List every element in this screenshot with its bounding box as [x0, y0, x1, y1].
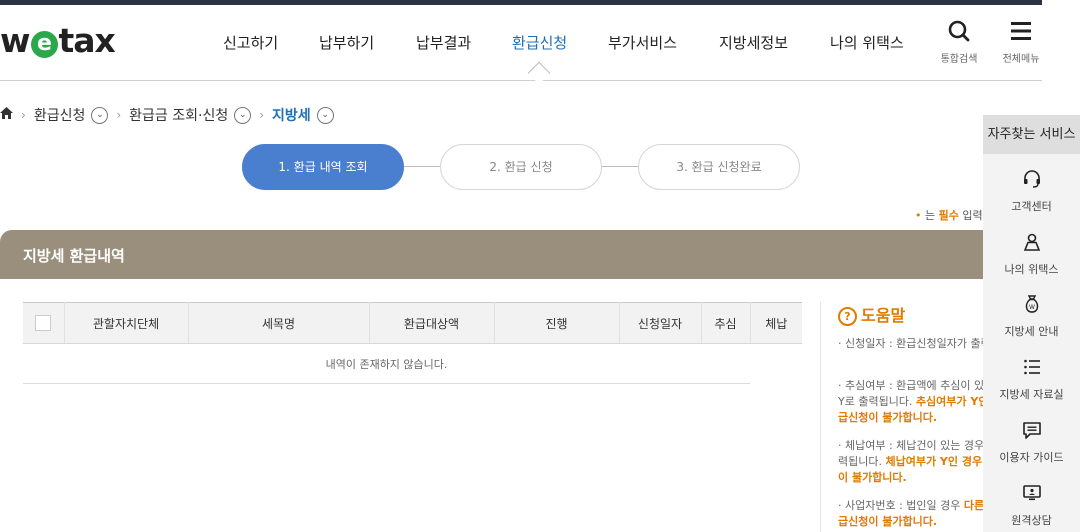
- nav-local-tax-info[interactable]: 지방세정보: [719, 32, 788, 53]
- chevron-right-icon: ›: [21, 108, 26, 122]
- help-item: · 체납여부 : 체납건이 있는 경우 Y로 출력됩니다. 체납여부가 Y인 경…: [838, 438, 985, 486]
- select-all-checkbox[interactable]: [35, 315, 52, 331]
- breadcrumb-refund[interactable]: 환급신청: [34, 105, 86, 125]
- help-item: · 추심여부 : 환급액에 추심이 있는 경우 Y로 출력됩니다. 추심여부가 …: [838, 378, 985, 426]
- step-2-refund-apply: 2. 환급 신청: [440, 144, 602, 190]
- column-header: 신청일자: [619, 302, 702, 344]
- table-header-row: 관할자치단체 세목명 환급대상액 진행 신청일자 추심 체납: [23, 302, 802, 344]
- person-icon: [983, 232, 1080, 257]
- search-icon: [938, 19, 980, 48]
- home-icon[interactable]: [0, 107, 13, 123]
- quick-remote-consult[interactable]: 원격상담: [983, 483, 1080, 528]
- column-header: 환급대상액: [369, 302, 495, 344]
- help-panel: ?도움말 · 신청일자 : 환급신청일자가 출력됩니다. · 추심여부 : 환급…: [820, 302, 985, 532]
- quick-item-label: 고객센터: [1011, 200, 1052, 213]
- column-header: 세목명: [188, 302, 370, 344]
- table-row: 내역이 존재하지 않습니다.: [23, 343, 802, 384]
- quick-services-sidebar: 자주찾는 서비스 고객센터 나의 위택스 W 지방세 안내 지방세 자료실 이용…: [983, 115, 1080, 532]
- required-field-note: • 는 필수 입력항: [915, 207, 993, 223]
- empty-cell: [750, 344, 802, 384]
- required-note-prefix: 는: [925, 209, 939, 222]
- quick-item-label: 지방세 자료실: [999, 388, 1064, 401]
- column-header: 진행: [494, 302, 620, 344]
- refund-history-table: 관할자치단체 세목명 환급대상액 진행 신청일자 추심 체납 내역이 존재하지 …: [23, 302, 802, 384]
- quick-local-tax-library[interactable]: 지방세 자료실: [983, 357, 1080, 402]
- step-1-refund-inquiry: 1. 환급 내역 조회: [242, 144, 404, 190]
- logo-e-badge: e: [30, 31, 58, 58]
- chat-bubble-icon: [983, 420, 1080, 445]
- hamburger-menu-icon: [1000, 19, 1042, 48]
- breadcrumb-local-tax[interactable]: 지방세: [272, 105, 311, 125]
- help-item-text: 신청일자 : 환급신청일자가 출력됩니다.: [845, 337, 985, 350]
- panel-title: 지방세 환급내역: [23, 247, 125, 265]
- empty-message: 내역이 존재하지 않습니다.: [23, 343, 750, 384]
- chevron-down-icon[interactable]: ⌄: [234, 106, 252, 124]
- list-icon: [983, 357, 1080, 382]
- money-bag-icon: W: [983, 294, 1080, 319]
- progress-steps: 1. 환급 내역 조회 2. 환급 신청 3. 환급 신청완료: [242, 144, 802, 190]
- breadcrumb: › 환급신청 ⌄ › 환급금 조회·신청 ⌄ › 지방세 ⌄: [0, 105, 334, 125]
- search-button[interactable]: 통합검색: [938, 19, 980, 65]
- column-header: 체납: [750, 302, 802, 344]
- quick-item-label: 원격상담: [1011, 514, 1052, 527]
- help-item: · 신청일자 : 환급신청일자가 출력됩니다.: [838, 336, 985, 352]
- column-header: 관할자치단체: [64, 302, 189, 344]
- quick-item-label: 나의 위택스: [1004, 263, 1059, 276]
- question-icon: ?: [838, 307, 857, 326]
- required-dot: •: [915, 209, 922, 222]
- quick-customer-center[interactable]: 고객센터: [983, 169, 1080, 214]
- quick-user-guide[interactable]: 이용자 가이드: [983, 420, 1080, 465]
- quick-item-label: 지방세 안내: [1004, 325, 1059, 338]
- help-title-text: 도움말: [861, 306, 906, 325]
- nav-extra-services[interactable]: 부가서비스: [608, 32, 677, 53]
- monitor-icon: [983, 483, 1080, 508]
- step-3-apply-complete: 3. 환급 신청완료: [638, 144, 800, 190]
- headset-icon: [983, 169, 1080, 194]
- quick-services-title: 자주찾는 서비스: [983, 115, 1080, 154]
- breadcrumb-refund-inquiry[interactable]: 환급금 조회·신청: [129, 105, 228, 125]
- all-menu-button[interactable]: 전체메뉴: [1000, 19, 1042, 65]
- quick-local-tax-guide[interactable]: W 지방세 안내: [983, 294, 1080, 339]
- required-word: 필수: [938, 209, 959, 222]
- column-header: 추심: [701, 302, 751, 344]
- nav-file-report[interactable]: 신고하기: [223, 32, 278, 53]
- nav-pay[interactable]: 납부하기: [319, 32, 374, 53]
- nav-refund[interactable]: 환급신청: [512, 32, 567, 53]
- nav-pay-result[interactable]: 납부결과: [416, 32, 471, 53]
- step-connector: [404, 166, 440, 167]
- site-header: w e tax 신고하기 납부하기 납부결과 환급신청 부가서비스 지방세정보 나의…: [0, 5, 1042, 81]
- search-label: 통합검색: [940, 54, 978, 65]
- select-all-checkbox-cell[interactable]: [23, 302, 65, 344]
- chevron-down-icon[interactable]: ⌄: [316, 106, 334, 124]
- chevron-down-icon[interactable]: ⌄: [91, 106, 109, 124]
- step-connector: [602, 166, 638, 167]
- quick-item-label: 이용자 가이드: [999, 451, 1064, 464]
- chevron-right-icon: ›: [259, 108, 265, 122]
- menu-label: 전체메뉴: [1002, 54, 1040, 65]
- chevron-right-icon: ›: [116, 108, 122, 122]
- logo-text-tax: tax: [58, 21, 116, 60]
- help-title: ? 도움말: [838, 302, 905, 326]
- help-item-text: 사업자번호 : 법인일 경우: [845, 499, 964, 512]
- wetax-logo[interactable]: w e tax: [0, 21, 116, 60]
- svg-text:W: W: [1029, 304, 1035, 311]
- nav-my-wetax[interactable]: 나의 위택스: [830, 32, 904, 53]
- refund-history-header: 지방세 환급내역: [0, 230, 1000, 279]
- help-item: · 사업자번호 : 법인일 경우 다른 경우 환급신청이 불가합니다.: [838, 498, 985, 530]
- quick-my-wetax[interactable]: 나의 위택스: [983, 232, 1080, 277]
- logo-text-w: w: [0, 21, 30, 60]
